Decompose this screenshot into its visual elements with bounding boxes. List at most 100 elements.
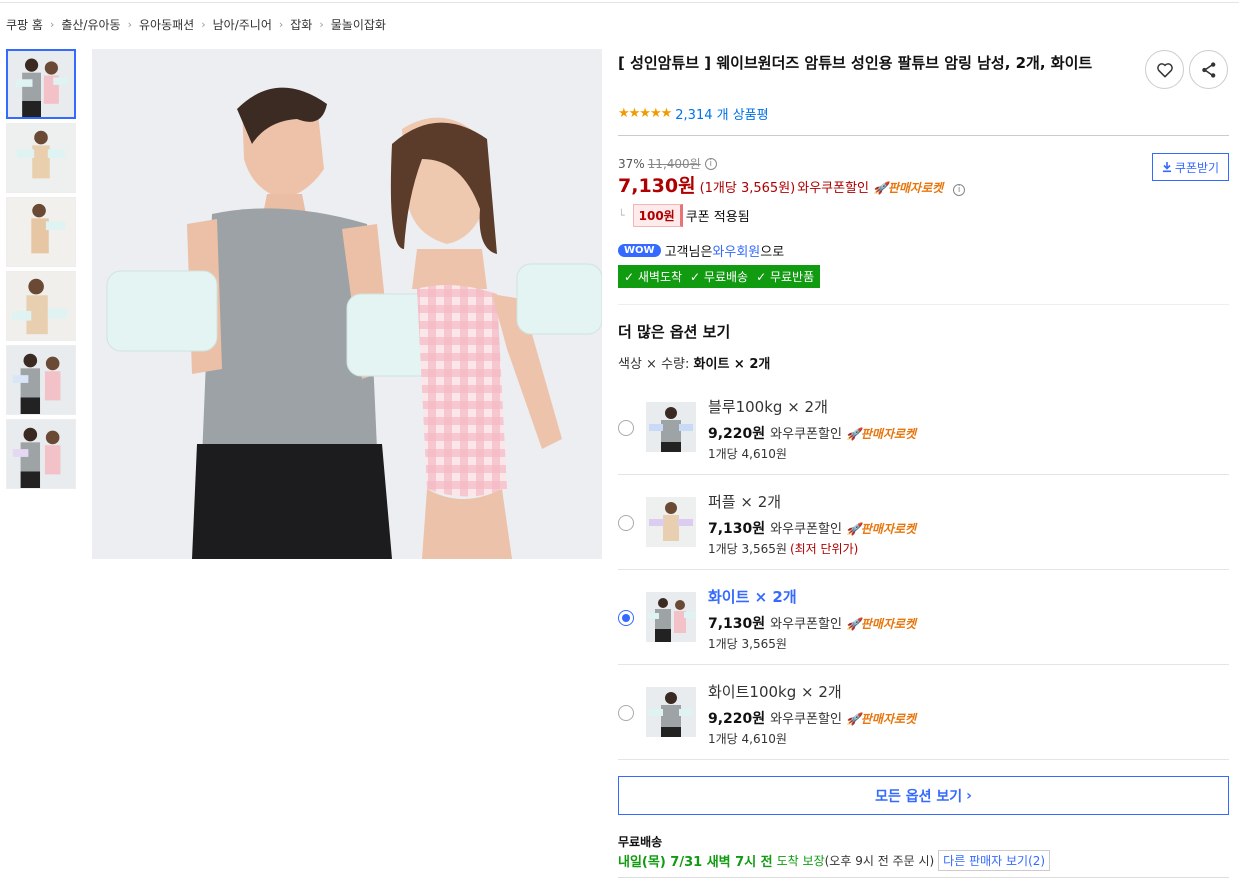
delivery-row: 내일(목) 7/31 새벽 7시 전 도착 보장 (오후 9시 전 주문 시) …: [618, 850, 1051, 871]
thumbnail-6[interactable]: [6, 419, 76, 489]
rocket-badge: 🚀판매자로켓: [873, 179, 943, 196]
other-sellers-button[interactable]: 다른 판매자 보기(2): [938, 850, 1051, 871]
option-name: 화이트100kg × 2개: [708, 683, 842, 701]
rocket-badge: 🚀판매자로켓: [845, 427, 917, 441]
option-item-white100kg[interactable]: 화이트100kg × 2개 9,220원 와우쿠폰할인 🚀판매자로켓 1개당 4…: [618, 665, 1229, 760]
download-icon: [1162, 161, 1171, 172]
info-icon[interactable]: i: [704, 157, 717, 170]
benefit-dawn-delivery: ✓ 새벽도착: [624, 270, 683, 284]
option-list: 블루100kg × 2개 9,220원 와우쿠폰할인 🚀판매자로켓 1개당 4,…: [618, 380, 1229, 760]
info-icon[interactable]: i: [953, 184, 966, 196]
rocket-icon: 🚀: [845, 712, 861, 726]
discount-row: 37% 11,400원 i: [618, 155, 717, 172]
breadcrumb-item-kids-fashion[interactable]: 유아동패션: [139, 16, 194, 33]
rocket-icon: 🚀: [845, 427, 861, 441]
main-product-image[interactable]: [92, 49, 602, 559]
option-price-row: 7,130원 와우쿠폰할인 🚀판매자로켓: [708, 613, 916, 633]
delivery-condition: (오후 9시 전 주문 시): [824, 854, 935, 868]
wow-badge: WOW: [618, 244, 661, 257]
breadcrumb: 쿠팡 홈 › 출산/유아동 › 유아동패션 › 남아/주니어 › 잡화 › 물놀…: [6, 16, 386, 33]
option-unit-price: 1개당 3,565원: [708, 637, 787, 651]
wishlist-button[interactable]: [1145, 50, 1184, 89]
divider: [618, 304, 1229, 305]
share-button[interactable]: [1189, 50, 1228, 89]
option-unit-price: 1개당 4,610원: [708, 732, 787, 746]
rating-row[interactable]: ★★★★★ 2,314 개 상품평: [618, 104, 769, 123]
option-wow-label: 와우쿠폰할인: [770, 427, 842, 442]
benefit-free-shipping: ✓ 무료배송: [690, 270, 749, 284]
option-item-blue100kg[interactable]: 블루100kg × 2개 9,220원 와우쿠폰할인 🚀판매자로켓 1개당 4,…: [618, 380, 1229, 475]
wow-member-link[interactable]: 와우회원: [712, 241, 760, 260]
option-radio[interactable]: [618, 705, 634, 721]
divider: [618, 877, 1229, 878]
breadcrumb-item-home[interactable]: 쿠팡 홈: [6, 16, 43, 33]
divider: [618, 135, 1229, 136]
original-price: 11,400원: [647, 157, 701, 171]
wow-text-prefix: 고객님은: [664, 245, 713, 260]
selected-option-value: 화이트 × 2개: [693, 357, 771, 372]
rocket-icon: 🚀: [845, 617, 861, 631]
check-icon: ✓: [624, 270, 638, 284]
review-count-link[interactable]: 2,314 개 상품평: [675, 104, 768, 123]
view-all-options-button[interactable]: 모든 옵션 보기 ›: [618, 776, 1229, 815]
option-item-white[interactable]: 화이트 × 2개 7,130원 와우쿠폰할인 🚀판매자로켓 1개당 3,565원: [618, 570, 1229, 665]
wow-coupon-label: 와우쿠폰할인: [797, 181, 870, 196]
option-radio[interactable]: [618, 515, 634, 531]
chevron-right-icon: ›: [201, 18, 206, 31]
option-name: 블루100kg × 2개: [708, 398, 828, 416]
thumbnail-5[interactable]: [6, 345, 76, 415]
option-thumbnail: [646, 497, 696, 547]
wow-benefits-badge: ✓ 새벽도착 ✓ 무료배송 ✓ 무료반품: [618, 265, 821, 288]
option-price: 9,220원: [708, 426, 766, 442]
benefit-free-return: ✓ 무료반품: [756, 270, 815, 284]
corner-icon: └: [618, 209, 625, 222]
option-thumbnail: [646, 402, 696, 452]
view-all-options-label: 모든 옵션 보기: [875, 788, 963, 805]
rocket-icon: 🚀: [845, 522, 861, 536]
breadcrumb-item-boys[interactable]: 남아/주니어: [213, 16, 272, 33]
rocket-badge: 🚀판매자로켓: [845, 712, 917, 726]
option-price: 7,130원: [708, 616, 766, 632]
check-icon: ✓: [690, 270, 704, 284]
coupon-download-button[interactable]: 쿠폰받기: [1152, 153, 1229, 181]
coupon-amount-tag: 100원: [632, 204, 683, 227]
breadcrumb-item-accessories[interactable]: 잡화: [290, 16, 312, 33]
unit-price: (1개당 3,565원): [699, 181, 796, 196]
wow-text-suffix: 으로: [760, 245, 785, 260]
option-radio[interactable]: [618, 610, 634, 626]
discount-rate: 37%: [618, 156, 645, 171]
option-radio[interactable]: [618, 420, 634, 436]
delivery-guarantee: 도착 보장: [776, 854, 825, 868]
chevron-right-icon: ›: [966, 787, 972, 804]
option-unit-price: 1개당 4,610원: [708, 447, 787, 461]
rocket-badge: 🚀판매자로켓: [845, 522, 917, 536]
option-price-row: 7,130원 와우쿠폰할인 🚀판매자로켓: [708, 518, 916, 538]
option-wow-label: 와우쿠폰할인: [770, 522, 842, 537]
selected-option-prefix: 색상 × 수량:: [618, 357, 690, 372]
breadcrumb-item-baby[interactable]: 출산/유아동: [61, 16, 120, 33]
coupon-applied-row: └ 100원 쿠폰 적용됨: [618, 204, 750, 227]
wow-member-row: WOW 고객님은 와우회원 으로: [618, 241, 784, 260]
option-wow-label: 와우쿠폰할인: [770, 617, 842, 632]
breadcrumb-item-water-play[interactable]: 물놀이잡화: [331, 16, 386, 33]
share-icon: [1201, 61, 1215, 78]
option-price-row: 9,220원 와우쿠폰할인 🚀판매자로켓: [708, 708, 916, 728]
thumbnail-3[interactable]: [6, 197, 76, 267]
option-price: 7,130원: [708, 521, 766, 537]
thumbnail-list: [6, 49, 76, 493]
product-title: [ 성인암튜브 ] 웨이브원더즈 암튜브 성인용 팔튜브 암링 남성, 2개, …: [618, 54, 1093, 72]
sale-price: 7,130원: [618, 175, 696, 197]
thumbnail-1[interactable]: [6, 49, 76, 119]
thumbnail-2[interactable]: [6, 123, 76, 193]
star-rating: ★★★★★: [618, 106, 672, 121]
thumbnail-4[interactable]: [6, 271, 76, 341]
heart-icon: [1156, 62, 1173, 77]
delivery-date: 내일(목) 7/31 새벽 7시 전: [618, 855, 773, 870]
chevron-right-icon: ›: [127, 18, 132, 31]
coupon-applied-label: 쿠폰 적용됨: [685, 210, 750, 225]
option-item-purple[interactable]: 퍼플 × 2개 7,130원 와우쿠폰할인 🚀판매자로켓 1개당 3,565원(…: [618, 475, 1229, 570]
shipping-label: 무료배송: [618, 835, 663, 849]
chevron-right-icon: ›: [278, 18, 284, 31]
check-icon: ✓: [756, 270, 770, 284]
option-name: 퍼플 × 2개: [708, 493, 782, 511]
